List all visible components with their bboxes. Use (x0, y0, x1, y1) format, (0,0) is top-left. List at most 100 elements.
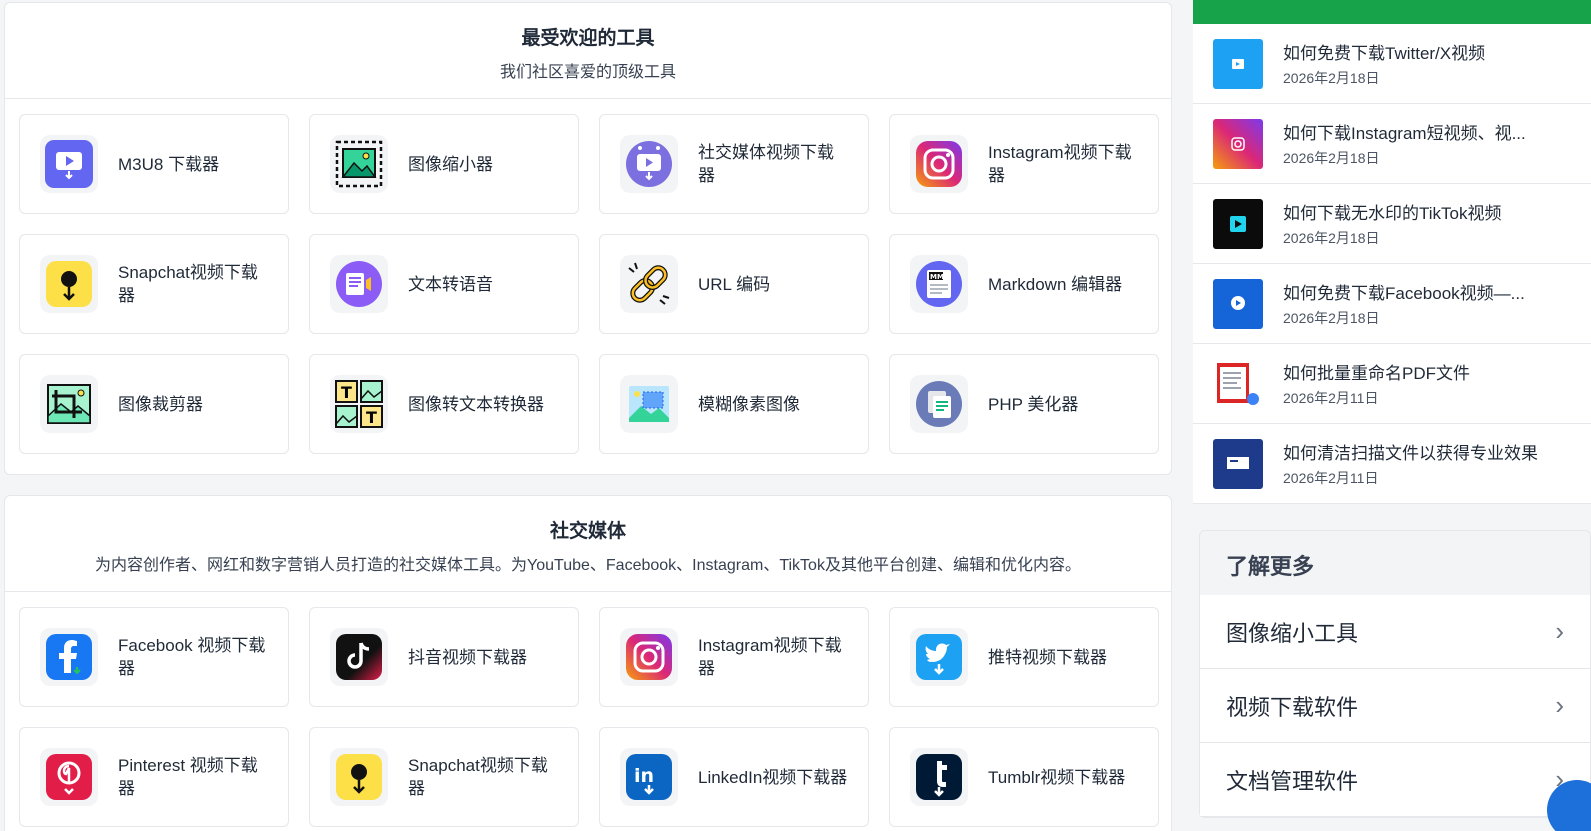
tool-card-pinterest[interactable]: Pinterest 视频下载器 (19, 727, 289, 827)
tool-card-linkedin[interactable]: in LinkedIn视频下载器 (599, 727, 869, 827)
tool-card-markdown[interactable]: MM Markdown 编辑器 (889, 234, 1159, 334)
section-subtitle: 为内容创作者、网红和数字营销人员打造的社交媒体工具。为YouTube、Faceb… (95, 557, 1081, 574)
post-item[interactable]: 如何批量重命名PDF文件 2026年2月11日 (1193, 344, 1591, 424)
tool-card-m3u8[interactable]: M3U8 下载器 (19, 114, 289, 214)
tool-card-facebook[interactable]: Facebook 视频下载器 (19, 607, 289, 707)
post-item[interactable]: 如何下载Instagram短视频、视... 2026年2月18日 (1193, 104, 1591, 184)
tool-label: Instagram视频下载器 (698, 636, 842, 678)
tool-card-crop[interactable]: 图像裁剪器 (19, 354, 289, 454)
learn-more-item-image-resize[interactable]: 图像缩小工具 › (1200, 595, 1590, 669)
tool-label: Markdown 编辑器 (988, 274, 1123, 294)
pixelate-icon (620, 375, 678, 433)
tool-card-text-to-speech[interactable]: 文本转语音 (309, 234, 579, 334)
text-to-speech-icon (330, 255, 388, 313)
section-header: 最受欢迎的工具 我们社区喜爱的顶级工具 (5, 3, 1171, 99)
tool-label: PHP 美化器 (988, 394, 1079, 414)
scan-thumb-icon (1213, 438, 1263, 489)
tumblr-icon (910, 748, 968, 806)
post-item[interactable]: 如何清洁扫描文件以获得专业效果 2026年2月11日 (1193, 424, 1591, 504)
linkedin-icon: in (620, 748, 678, 806)
chevron-right-icon: › (1555, 690, 1564, 720)
svg-text:MM: MM (930, 273, 944, 281)
section-subtitle: 我们社区喜爱的顶级工具 (499, 64, 676, 81)
learn-more-label: 图像缩小工具 (1226, 620, 1359, 646)
social-media-section: 社交媒体 为内容创作者、网红和数字营销人员打造的社交媒体工具。为YouTube、… (4, 495, 1172, 831)
video-download-icon (40, 135, 98, 193)
learn-more-item-video-download[interactable]: 视频下载软件 › (1200, 669, 1590, 743)
learn-more-panel: 了解更多 图像缩小工具 › 视频下载软件 › 文档管理软件 › (1199, 530, 1591, 818)
svg-text:T: T (366, 408, 377, 427)
post-title: 如何清洁扫描文件以获得专业效果 (1283, 444, 1538, 463)
tool-label: Instagram视频下载器 (988, 143, 1132, 185)
tool-grid: M3U8 下载器 图像缩小器 社交媒体视频下载器 Instagram视频下载器 (5, 99, 1171, 474)
tool-label: 社交媒体视频下载器 (698, 143, 834, 185)
facebook-thumb-icon (1213, 278, 1263, 329)
post-title: 如何批量重命名PDF文件 (1283, 364, 1470, 383)
learn-more-title: 了解更多 (1226, 554, 1315, 579)
tool-grid: Facebook 视频下载器 抖音视频下载器 Instagram视频下载器 推特… (5, 592, 1171, 831)
section-title: 最受欢迎的工具 (521, 28, 655, 49)
instagram-thumb-icon (1213, 118, 1263, 169)
tool-card-url-encode[interactable]: URL 编码 (599, 234, 869, 334)
chevron-right-icon: › (1555, 616, 1564, 646)
tool-card-image-resizer[interactable]: 图像缩小器 (309, 114, 579, 214)
post-date: 2026年2月18日 (1283, 310, 1380, 326)
tool-card-twitter[interactable]: 推特视频下载器 (889, 607, 1159, 707)
pinterest-icon (40, 748, 98, 806)
post-date: 2026年2月11日 (1283, 390, 1379, 406)
svg-text:T: T (341, 383, 352, 402)
post-item[interactable]: 如何下载无水印的TikTok视频 2026年2月18日 (1193, 184, 1591, 264)
tool-label: 模糊像素图像 (698, 394, 800, 414)
tool-label: Snapchat视频下载器 (118, 263, 258, 305)
markdown-icon: MM (910, 255, 968, 313)
social-video-icon (620, 135, 678, 193)
post-date: 2026年2月18日 (1283, 150, 1380, 166)
post-title: 如何免费下载Twitter/X视频 (1283, 44, 1486, 63)
section-header: 社交媒体 为内容创作者、网红和数字营销人员打造的社交媒体工具。为YouTube、… (5, 496, 1171, 592)
tool-label: 文本转语音 (408, 274, 493, 294)
section-title: 社交媒体 (549, 521, 626, 542)
tool-label: Facebook 视频下载器 (118, 636, 266, 678)
recent-posts-sidebar: 如何免费下载Twitter/X视频 2026年2月18日 如何下载Instagr… (1193, 0, 1591, 504)
php-icon (910, 375, 968, 433)
tool-card-pixelate[interactable]: 模糊像素图像 (599, 354, 869, 454)
post-date: 2026年2月18日 (1283, 70, 1380, 86)
post-date: 2026年2月18日 (1283, 230, 1380, 246)
tool-card-image-to-text[interactable]: TT 图像转文本转换器 (309, 354, 579, 454)
snapchat-icon (40, 255, 98, 313)
tool-card-instagram[interactable]: Instagram视频下载器 (889, 114, 1159, 214)
tool-label: 图像裁剪器 (118, 394, 203, 414)
tool-label: M3U8 下载器 (118, 154, 220, 174)
post-title: 如何下载无水印的TikTok视频 (1283, 204, 1502, 223)
learn-more-item-document[interactable]: 文档管理软件 › (1200, 743, 1590, 817)
post-item[interactable]: 如何免费下载Twitter/X视频 2026年2月18日 (1193, 24, 1591, 104)
tool-card-instagram-2[interactable]: Instagram视频下载器 (599, 607, 869, 707)
post-item[interactable]: 如何免费下载Facebook视频—... 2026年2月18日 (1193, 264, 1591, 344)
post-title: 如何免费下载Facebook视频—... (1283, 284, 1525, 303)
tool-card-tumblr[interactable]: Tumblr视频下载器 (889, 727, 1159, 827)
instagram-icon (620, 628, 678, 686)
main-content: 最受欢迎的工具 我们社区喜爱的顶级工具 M3U8 下载器 图像缩小器 社交媒体视… (4, 2, 1172, 831)
tool-label: 推特视频下载器 (988, 647, 1107, 667)
sidebar-header-bar (1193, 0, 1591, 24)
tool-card-douyin[interactable]: 抖音视频下载器 (309, 607, 579, 707)
crop-icon (40, 375, 98, 433)
tool-label: Pinterest 视频下载器 (118, 756, 258, 798)
learn-more-label: 视频下载软件 (1226, 694, 1359, 720)
learn-more-label: 文档管理软件 (1226, 768, 1359, 794)
facebook-icon (40, 628, 98, 686)
tool-label: 抖音视频下载器 (408, 647, 527, 667)
popular-tools-section: 最受欢迎的工具 我们社区喜爱的顶级工具 M3U8 下载器 图像缩小器 社交媒体视… (4, 2, 1172, 475)
tool-card-snapchat-2[interactable]: Snapchat视频下载器 (309, 727, 579, 827)
tool-card-php-beautifier[interactable]: PHP 美化器 (889, 354, 1159, 454)
pdf-thumb-icon (1213, 358, 1263, 409)
tool-label: 图像缩小器 (408, 154, 493, 174)
twitter-icon (910, 628, 968, 686)
tool-label: 图像转文本转换器 (408, 394, 544, 414)
post-title: 如何下载Instagram短视频、视... (1283, 124, 1526, 143)
snapchat-icon (330, 748, 388, 806)
tool-label: URL 编码 (698, 274, 771, 294)
tool-card-snapchat[interactable]: Snapchat视频下载器 (19, 234, 289, 334)
tool-card-social-video[interactable]: 社交媒体视频下载器 (599, 114, 869, 214)
tool-label: Tumblr视频下载器 (988, 767, 1126, 787)
